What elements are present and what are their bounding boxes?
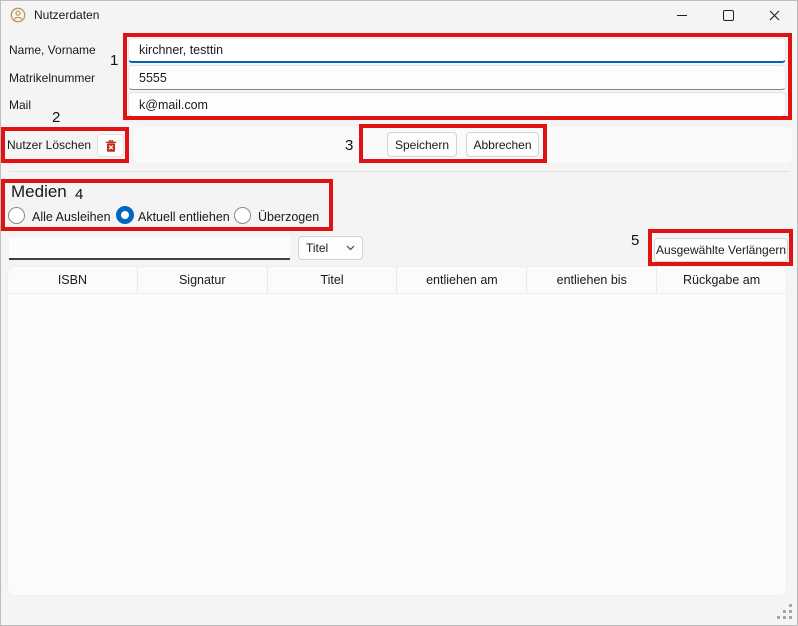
- annotation-5: 5: [631, 232, 639, 249]
- window-controls: [659, 1, 797, 29]
- minimize-icon: [677, 15, 687, 16]
- window-title: Nutzerdaten: [34, 8, 99, 22]
- delete-user-button[interactable]: [97, 134, 124, 157]
- column-header-entliehen-am[interactable]: entliehen am: [397, 267, 527, 293]
- close-icon: [769, 10, 780, 21]
- mail-label: Mail: [9, 98, 31, 112]
- column-header-titel[interactable]: Titel: [268, 267, 398, 293]
- cancel-button[interactable]: Abbrechen: [466, 132, 539, 157]
- column-header-rueckgabe-am[interactable]: Rückgabe am: [657, 267, 786, 293]
- maximize-icon: [723, 10, 734, 21]
- radio-alle-ausleihen-label[interactable]: Alle Ausleihen: [32, 210, 111, 224]
- name-label: Name, Vorname: [9, 43, 96, 57]
- column-header-isbn[interactable]: ISBN: [8, 267, 138, 293]
- medien-heading: Medien: [11, 182, 67, 202]
- mail-input[interactable]: [128, 92, 786, 117]
- delete-user-label: Nutzer Löschen: [7, 138, 91, 152]
- table-body: [8, 294, 786, 597]
- maximize-button[interactable]: [705, 1, 751, 29]
- column-header-entliehen-bis[interactable]: entliehen bis: [527, 267, 657, 293]
- table-header-row: ISBN Signatur Titel entliehen am entlieh…: [8, 267, 786, 294]
- matrikel-label: Matrikelnummer: [9, 71, 95, 85]
- resize-grip-icon[interactable]: [777, 604, 793, 620]
- close-button[interactable]: [751, 1, 797, 29]
- user-circle-icon: [10, 7, 26, 23]
- radio-alle-ausleihen[interactable]: [8, 207, 25, 224]
- save-button[interactable]: Speichern: [387, 132, 457, 157]
- titlebar: Nutzerdaten: [1, 1, 797, 29]
- search-input[interactable]: [9, 237, 290, 260]
- extend-selected-button[interactable]: Ausgewählte Verlängern: [654, 238, 788, 262]
- nutzerdaten-window: Nutzerdaten Name, Vorname Matrikelnummer…: [0, 0, 798, 626]
- minimize-button[interactable]: [659, 1, 705, 29]
- radio-ueberzogen[interactable]: [234, 207, 251, 224]
- annotation-1: 1: [110, 52, 118, 69]
- media-table: ISBN Signatur Titel entliehen am entlieh…: [7, 266, 787, 596]
- column-header-signatur[interactable]: Signatur: [138, 267, 268, 293]
- matrikelnummer-input[interactable]: [128, 65, 786, 90]
- radio-aktuell-entliehen-label[interactable]: Aktuell entliehen: [138, 210, 230, 224]
- annotation-4: 4: [75, 186, 83, 203]
- section-divider: [9, 171, 789, 172]
- annotation-3: 3: [345, 137, 353, 154]
- annotation-2: 2: [52, 109, 60, 126]
- chevron-down-icon: [346, 245, 355, 251]
- filter-dropdown[interactable]: Titel: [298, 236, 363, 260]
- radio-aktuell-entliehen[interactable]: [116, 206, 134, 224]
- name-input[interactable]: [128, 38, 786, 63]
- filter-selected-value: Titel: [306, 241, 328, 255]
- radio-ueberzogen-label[interactable]: Überzogen: [258, 210, 319, 224]
- action-strip: [134, 127, 792, 163]
- trash-x-icon: [104, 139, 118, 153]
